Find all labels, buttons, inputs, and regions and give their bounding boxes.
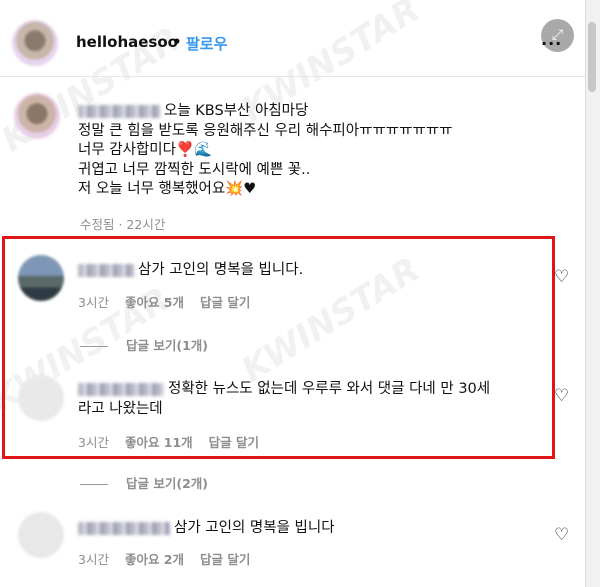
follow-button[interactable]: 팔로우 — [186, 33, 227, 54]
comment-avatar[interactable] — [18, 512, 64, 558]
reply-button[interactable]: 답글 달기 — [200, 552, 250, 567]
more-options-icon[interactable]: ... — [541, 30, 562, 49]
like-heart-icon[interactable]: ♡ — [554, 386, 569, 406]
caption-avatar[interactable] — [14, 93, 60, 139]
replies-line — [80, 484, 108, 485]
scrollbar-thumb[interactable] — [588, 22, 596, 92]
comment-text: 삼가 고인의 명복을 빕니다 — [78, 518, 335, 538]
profile-avatar[interactable] — [12, 20, 58, 66]
highlight-box — [2, 236, 555, 459]
comment-actions: 3시간 좋아요 2개 답글 달기 — [78, 549, 262, 568]
redacted-username — [78, 521, 170, 535]
separator-dot: • — [172, 33, 182, 51]
redacted-username — [78, 104, 160, 118]
like-heart-icon[interactable]: ♡ — [554, 267, 569, 287]
comment-time: 3시간 — [78, 552, 109, 567]
divider — [0, 76, 585, 77]
like-heart-icon[interactable]: ♡ — [554, 525, 569, 545]
caption-timestamp: 수정됨 · 22시간 — [80, 217, 166, 232]
post-caption: 오늘 KBS부산 아침마당 정말 큰 힘을 받도록 응원해주신 우리 해수피아ㅠ… — [78, 103, 453, 197]
username[interactable]: hellohaesoo — [76, 33, 178, 51]
instagram-post-panel: KWINSTAR KWINSTAR KWINSTAR KWINSTAR hell… — [0, 0, 585, 587]
view-replies-button[interactable]: 답글 보기(2개) — [80, 473, 208, 492]
sidebar-cropped — [600, 0, 612, 587]
comment-likes[interactable]: 좋아요 2개 — [125, 552, 184, 567]
